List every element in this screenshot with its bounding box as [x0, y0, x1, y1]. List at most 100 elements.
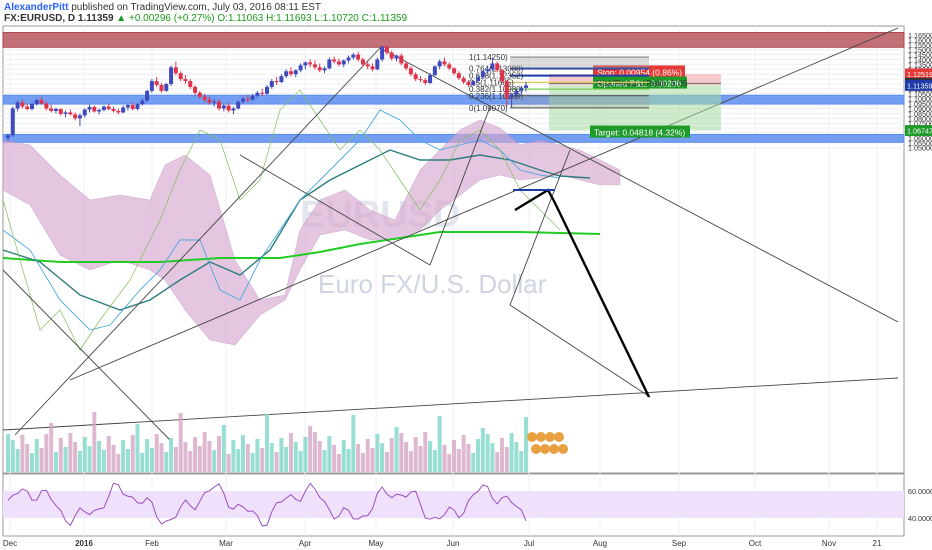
candle-body	[466, 82, 471, 85]
fibonacci-retracement[interactable]: 1(1.14250)0.764(1.13080)0.618(1.12352)0.…	[469, 53, 649, 113]
volume-bar	[269, 443, 274, 472]
time-tick-label: Oct	[749, 539, 762, 548]
volume-bar	[265, 414, 269, 472]
volume-bar	[145, 439, 150, 472]
candle-body	[269, 81, 274, 87]
zone-support-mid	[2, 94, 905, 105]
candle-body	[29, 104, 34, 109]
candle-body	[135, 104, 140, 109]
price-chart[interactable]: EURUSD Euro FX/U.S. Dollar Stop: 0.00954…	[0, 0, 932, 550]
candle-body	[447, 64, 452, 69]
candle-body	[116, 110, 121, 113]
volume-bar	[236, 449, 241, 472]
candle-body	[231, 108, 236, 111]
candle-body	[399, 55, 404, 64]
candle-body	[293, 70, 298, 75]
volume-bar	[322, 450, 327, 472]
volume-bar	[87, 446, 92, 472]
volume-bar	[58, 438, 63, 472]
volume-bar	[370, 448, 375, 472]
volume-bar	[514, 442, 519, 472]
candle-body	[265, 86, 269, 94]
time-tick-label: 2016	[75, 539, 93, 548]
time-tick-label: Aug	[593, 539, 607, 548]
fib-band	[510, 95, 649, 108]
volume-bar	[121, 440, 126, 472]
candle-body	[250, 95, 255, 100]
volume-bar	[476, 439, 481, 472]
candle-body	[437, 61, 442, 67]
candle-body	[6, 135, 10, 138]
candle-body	[322, 68, 327, 71]
volume-bar	[447, 454, 452, 472]
candle-body	[15, 102, 20, 109]
candle-body	[370, 66, 375, 70]
candle-body	[221, 105, 226, 109]
volume-bar	[432, 450, 437, 472]
candle-body	[111, 108, 116, 111]
candle-body	[125, 105, 130, 108]
candle-body	[384, 46, 389, 53]
volume-bar	[418, 446, 423, 472]
candle-body	[34, 100, 39, 105]
candle-body	[413, 74, 418, 80]
volume-bar	[130, 435, 135, 472]
volume-bar	[25, 444, 30, 472]
time-axis[interactable]: Dec 2016 Feb Mar Apr May Jun Jul Aug Sep Oct Nov 21	[3, 539, 882, 548]
candle-body	[130, 105, 135, 109]
volume-bar	[135, 424, 140, 472]
volume-bar	[245, 444, 250, 472]
candle-body	[82, 109, 87, 116]
candle-body	[308, 62, 313, 65]
volume-bar	[413, 437, 418, 472]
candle-body	[68, 112, 73, 115]
price-tick-label: 1.05000	[908, 144, 932, 153]
volume-bar	[39, 448, 44, 472]
candle-body	[63, 112, 68, 114]
volume-bar	[106, 436, 111, 472]
volume-bar	[332, 445, 337, 472]
zone-resistance	[2, 32, 905, 48]
volume-bar	[111, 445, 116, 472]
volume-bar	[231, 440, 236, 472]
volume-bar	[341, 440, 346, 472]
candle-body	[73, 114, 78, 119]
candle-body	[509, 94, 514, 98]
price-axis[interactable]: 1.165001.160001.155001.150001.145001.140…	[908, 31, 932, 523]
volume-bar	[480, 428, 485, 472]
candle-body	[408, 68, 413, 75]
fib-label: 1(1.14250)	[469, 53, 508, 62]
volume-bar	[346, 449, 351, 472]
rsi-band	[3, 491, 904, 518]
volume-bar	[34, 439, 39, 472]
volume-bar	[250, 453, 255, 472]
volume-bar	[312, 432, 317, 472]
volume-bar	[97, 441, 102, 472]
volume-bar	[202, 432, 207, 472]
volume-bar	[437, 416, 442, 472]
volume-bar	[217, 436, 222, 472]
rsi-tick-label: 60.0000	[908, 487, 932, 496]
candle-body	[183, 79, 188, 82]
candle-body	[164, 84, 169, 91]
volume-bar	[298, 451, 303, 472]
volume-bar	[188, 451, 193, 472]
volume-bar	[500, 438, 505, 472]
volume-bar	[504, 447, 509, 472]
volume-bar	[308, 426, 313, 472]
volume-bar	[183, 442, 188, 472]
candle-body	[255, 92, 260, 96]
candle-body	[197, 92, 202, 97]
volume-bar	[178, 413, 183, 472]
candle-body	[284, 71, 289, 77]
volume-bar	[63, 447, 68, 472]
volume-bar	[351, 415, 356, 472]
candle-body	[39, 100, 44, 104]
fib-label: 0(1.09070)	[469, 104, 508, 113]
candle-body	[49, 108, 54, 111]
volume-bar	[44, 434, 49, 472]
target-label: Target: 0.04818 (4.32%)	[594, 128, 685, 138]
candle-body	[351, 54, 356, 58]
candle-body	[154, 81, 159, 85]
volume-bar	[226, 454, 231, 472]
